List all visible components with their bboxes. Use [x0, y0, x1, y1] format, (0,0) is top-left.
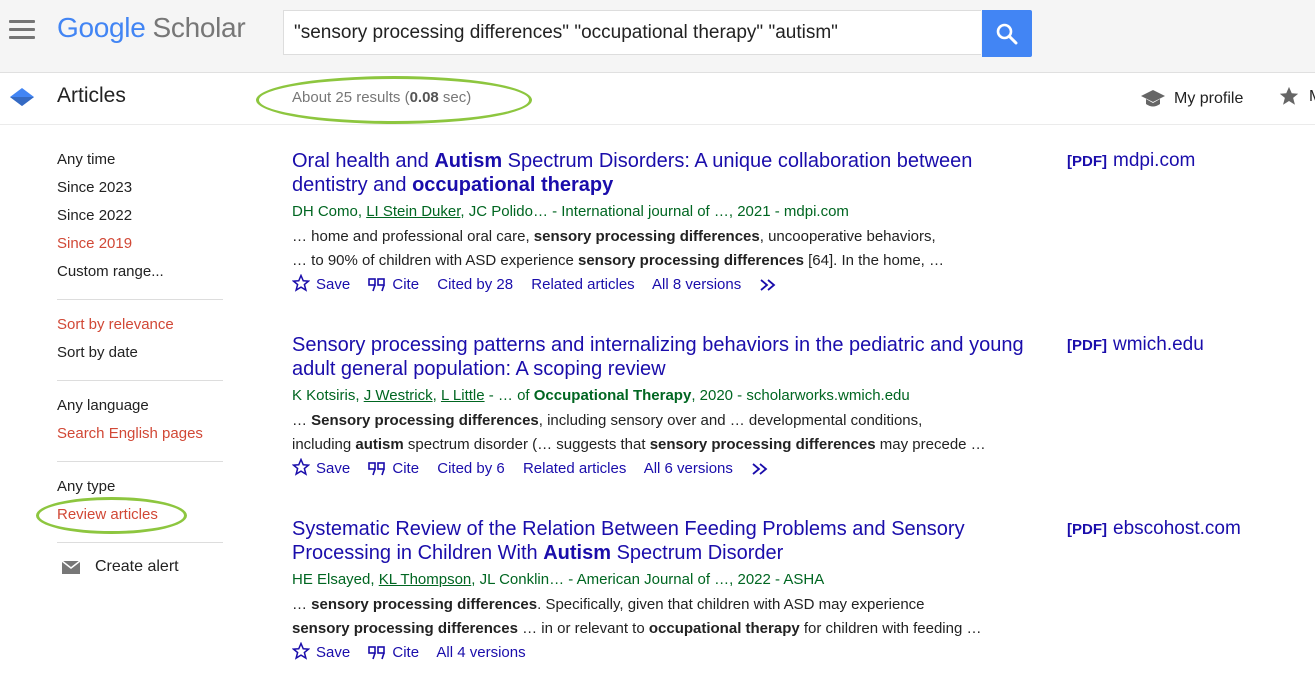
search-button[interactable] — [982, 10, 1032, 57]
logo-scholar: Scholar — [152, 12, 246, 43]
search-result: Oral health and Autism Spectrum Disorder… — [291, 149, 1052, 296]
divider — [57, 461, 223, 462]
all-versions-link[interactable]: All 4 versions — [436, 644, 525, 661]
my-library-link[interactable]: M — [1309, 88, 1315, 106]
cited-by-link[interactable]: Cited by 28 — [437, 276, 513, 293]
more-icon[interactable] — [751, 462, 771, 476]
pdf-link[interactable]: [PDF] ebscohost.com — [1067, 518, 1241, 540]
scholar-cap-icon — [10, 88, 34, 106]
star-icon[interactable] — [1278, 85, 1300, 107]
pdf-link[interactable]: [PDF] mdpi.com — [1067, 150, 1195, 172]
pdf-tag: [PDF] — [1067, 521, 1107, 538]
result-title[interactable]: Systematic Review of the Relation Betwee… — [292, 517, 1052, 565]
top-bar: Google Scholar — [0, 0, 1315, 73]
author-link[interactable]: KL Thompson — [379, 571, 472, 588]
result-actions: Save Cite Cited by 28 Related articles A… — [291, 273, 1052, 296]
author-link[interactable]: J Westrick — [364, 387, 433, 404]
save-button[interactable]: Save — [291, 641, 350, 661]
search-box — [283, 10, 981, 55]
envelope-icon — [61, 560, 81, 574]
cited-by-link[interactable]: Cited by 6 — [437, 460, 505, 477]
quote-icon — [368, 278, 386, 292]
filter-custom-range[interactable]: Custom range... — [57, 260, 223, 288]
save-button[interactable]: Save — [291, 273, 350, 293]
quote-icon — [368, 462, 386, 476]
divider — [57, 542, 223, 543]
graduation-cap-icon — [1141, 90, 1165, 107]
filter-english-pages[interactable]: Search English pages — [57, 422, 223, 450]
more-icon[interactable] — [759, 278, 779, 292]
highlight-ring-review — [36, 497, 187, 534]
result-snippet: … sensory processing differences. Specif… — [292, 596, 982, 637]
author-link[interactable]: LI Stein Duker — [366, 203, 460, 220]
sub-bar: Articles About 25 results (0.08 sec) My … — [0, 72, 1315, 125]
create-alert-link[interactable]: Create alert — [61, 558, 179, 576]
result-title[interactable]: Sensory processing patterns and internal… — [292, 333, 1052, 381]
highlight-ring-results — [256, 76, 532, 124]
divider — [57, 380, 223, 381]
star-outline-icon — [291, 273, 311, 292]
sort-by-date[interactable]: Sort by date — [57, 341, 223, 369]
result-actions: Save Cite All 4 versions — [291, 641, 1052, 664]
pdf-source: ebscohost.com — [1113, 518, 1241, 539]
search-result: Sensory processing patterns and internal… — [291, 333, 1052, 480]
result-snippet: … home and professional oral care, senso… — [292, 228, 944, 269]
divider — [57, 299, 223, 300]
menu-icon[interactable] — [9, 20, 35, 40]
all-versions-link[interactable]: All 6 versions — [644, 460, 733, 477]
google-scholar-logo[interactable]: Google Scholar — [57, 12, 246, 44]
result-authors: DH Como, LI Stein Duker, JC Polido… - In… — [292, 203, 849, 220]
pdf-tag: [PDF] — [1067, 153, 1107, 170]
my-profile-link[interactable]: My profile — [1140, 88, 1243, 110]
sort-by-relevance[interactable]: Sort by relevance — [57, 313, 223, 341]
save-button[interactable]: Save — [291, 457, 350, 477]
filter-any-language[interactable]: Any language — [57, 394, 223, 422]
result-authors: K Kotsiris, J Westrick, L Little - … of … — [292, 387, 910, 404]
related-articles-link[interactable]: Related articles — [523, 460, 626, 477]
all-versions-link[interactable]: All 8 versions — [652, 276, 741, 293]
star-outline-icon — [291, 457, 311, 476]
filter-since-2023[interactable]: Since 2023 — [57, 176, 223, 204]
cite-button[interactable]: Cite — [368, 460, 419, 477]
related-articles-link[interactable]: Related articles — [531, 276, 634, 293]
filter-since-2019[interactable]: Since 2019 — [57, 232, 223, 260]
filter-any-time[interactable]: Any time — [57, 148, 223, 176]
quote-icon — [368, 646, 386, 660]
filter-since-2022[interactable]: Since 2022 — [57, 204, 223, 232]
my-profile-label: My profile — [1174, 90, 1244, 108]
result-actions: Save Cite Cited by 6 Related articles Al… — [291, 457, 1052, 480]
pdf-tag: [PDF] — [1067, 337, 1107, 354]
cite-button[interactable]: Cite — [368, 644, 419, 661]
result-authors: HE Elsayed, KL Thompson, JL Conklin… - A… — [292, 571, 825, 588]
section-title: Articles — [57, 84, 126, 107]
search-result: Systematic Review of the Relation Betwee… — [291, 517, 1052, 664]
pdf-source: mdpi.com — [1113, 150, 1196, 171]
search-input[interactable] — [284, 11, 981, 54]
cite-button[interactable]: Cite — [368, 276, 419, 293]
logo-google: Google — [57, 12, 146, 43]
pdf-source: wmich.edu — [1113, 334, 1204, 355]
pdf-link[interactable]: [PDF] wmich.edu — [1067, 334, 1204, 356]
result-snippet: … Sensory processing differences, includ… — [292, 412, 986, 453]
star-outline-icon — [291, 641, 311, 660]
search-icon — [996, 23, 1018, 45]
result-title[interactable]: Oral health and Autism Spectrum Disorder… — [292, 149, 1052, 197]
author-link[interactable]: L Little — [441, 387, 485, 404]
create-alert-label: Create alert — [95, 558, 179, 575]
filter-sidebar: Any time Since 2023 Since 2022 Since 201… — [57, 148, 223, 556]
